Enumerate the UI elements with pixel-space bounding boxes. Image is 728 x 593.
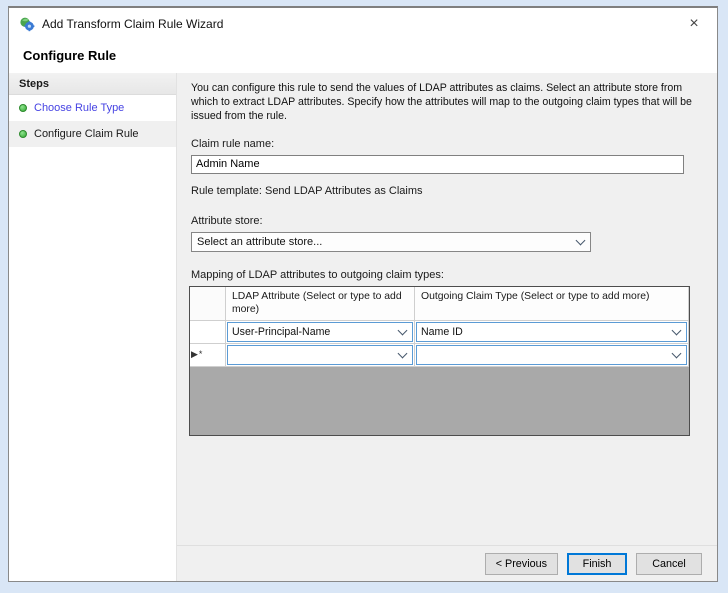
sidebar-item-choose-rule-type[interactable]: Choose Rule Type [9, 95, 176, 121]
grid-header-marker-cell [190, 287, 226, 321]
new-row-marker-icon[interactable]: ▶* [190, 344, 226, 367]
grid-header-ldap-attribute: LDAP Attribute (Select or type to add mo… [226, 287, 415, 321]
ldap-attribute-dropdown[interactable]: User-Principal-Name [227, 322, 413, 342]
step-status-dot-icon [19, 130, 27, 138]
cancel-button[interactable]: Cancel [636, 553, 702, 575]
adfs-wizard-icon [19, 16, 35, 32]
ldap-attribute-value: User-Principal-Name [232, 326, 392, 338]
mapping-label: Mapping of LDAP attributes to outgoing c… [191, 269, 704, 281]
chevron-down-icon [392, 353, 412, 357]
rule-template-text: Rule template: Send LDAP Attributes as C… [191, 185, 704, 197]
page-title: Configure Rule [9, 40, 717, 73]
ldap-attribute-dropdown[interactable] [227, 345, 413, 365]
table-row-new: ▶* [190, 344, 689, 367]
title-bar: Add Transform Claim Rule Wizard × [9, 8, 717, 40]
attribute-store-label: Attribute store: [191, 215, 704, 227]
sidebar-item-configure-claim-rule[interactable]: Configure Claim Rule [9, 121, 176, 147]
finish-button[interactable]: Finish [567, 553, 627, 575]
main-area: Steps Choose Rule Type Configure Claim R… [9, 73, 717, 581]
attribute-store-dropdown[interactable]: Select an attribute store... [191, 232, 591, 252]
close-icon[interactable]: × [681, 13, 707, 35]
chevron-down-icon [666, 330, 686, 334]
attribute-store-value: Select an attribute store... [197, 236, 570, 248]
chevron-down-icon [666, 353, 686, 357]
step-label: Configure Claim Rule [34, 128, 139, 140]
steps-sidebar: Steps Choose Rule Type Configure Claim R… [9, 73, 177, 581]
step-status-dot-icon [19, 104, 27, 112]
wizard-dialog: Add Transform Claim Rule Wizard × Config… [8, 6, 718, 582]
outgoing-claim-type-value: Name ID [421, 326, 666, 338]
chevron-down-icon [570, 240, 590, 244]
rule-description-text: You can configure this rule to send the … [191, 82, 710, 124]
window-title: Add Transform Claim Rule Wizard [42, 17, 681, 31]
content-column: You can configure this rule to send the … [177, 73, 717, 581]
steps-header: Steps [9, 73, 176, 95]
grid-empty-area [190, 367, 689, 435]
claim-rule-name-label: Claim rule name: [191, 138, 704, 150]
grid-header-row: LDAP Attribute (Select or type to add mo… [190, 287, 689, 321]
outgoing-claim-type-dropdown[interactable]: Name ID [416, 322, 687, 342]
outgoing-claim-type-dropdown[interactable] [416, 345, 687, 365]
button-bar: < Previous Finish Cancel [177, 545, 717, 581]
previous-button[interactable]: < Previous [485, 553, 558, 575]
mapping-grid: LDAP Attribute (Select or type to add mo… [189, 286, 690, 436]
claim-rule-name-input[interactable] [191, 155, 684, 174]
step-label: Choose Rule Type [34, 102, 124, 114]
row-marker-cell[interactable] [190, 321, 226, 344]
table-row: User-Principal-Name Name ID [190, 321, 689, 344]
grid-header-outgoing-claim-type: Outgoing Claim Type (Select or type to a… [415, 287, 689, 321]
chevron-down-icon [392, 330, 412, 334]
content-panel: You can configure this rule to send the … [177, 73, 717, 545]
